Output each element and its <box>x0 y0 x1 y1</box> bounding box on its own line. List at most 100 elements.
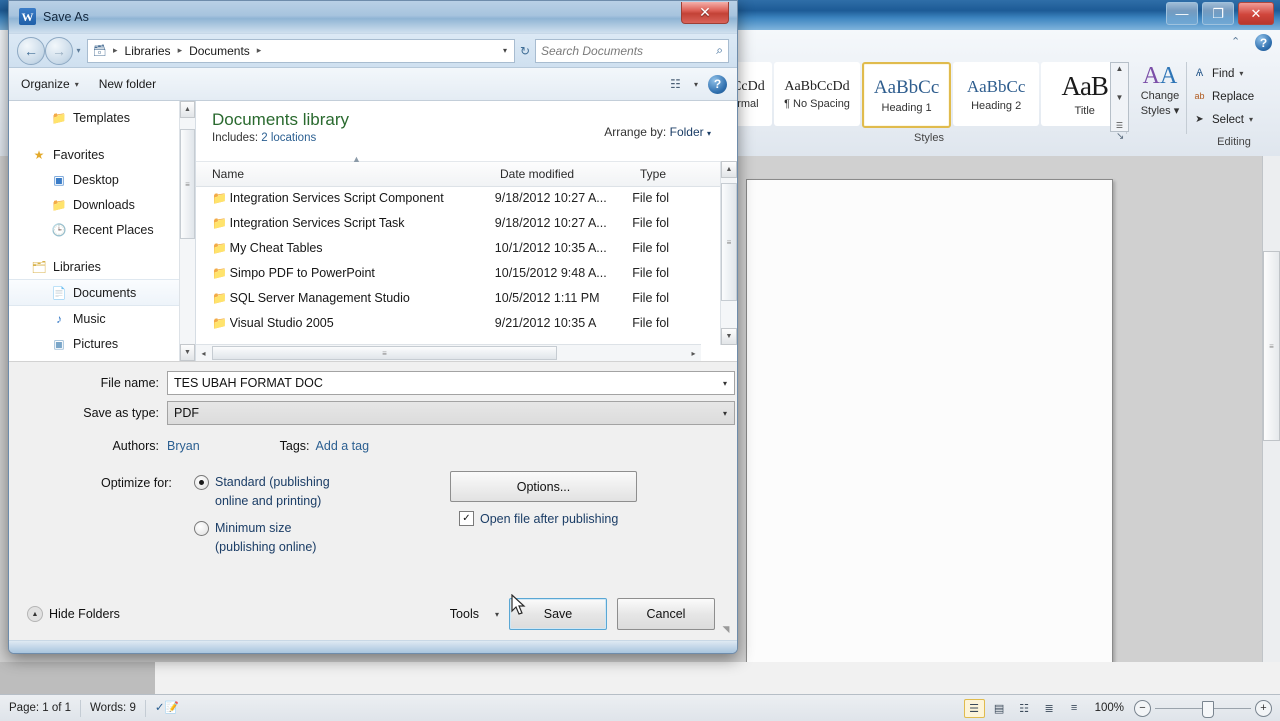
zoom-slider[interactable] <box>1155 700 1251 718</box>
page-status[interactable]: Page: 1 of 1 <box>0 699 82 717</box>
breadcrumb-documents[interactable]: Documents <box>188 44 251 58</box>
view-list-icon[interactable]: ☷ <box>667 77 684 91</box>
column-header-name[interactable]: Name <box>212 167 244 181</box>
view-print-layout-button[interactable]: ☰ <box>963 698 985 718</box>
navigation-pane-scrollbar[interactable]: ▲ ≡ ▼ <box>179 101 195 361</box>
minimize-button[interactable]: — <box>1166 2 1198 25</box>
scroll-down-icon[interactable]: ▼ <box>721 328 737 345</box>
resize-grip-icon[interactable]: ◥ <box>720 623 732 635</box>
table-row[interactable]: 📁 My Cheat Tables 10/1/2012 10:35 A... F… <box>196 235 701 260</box>
back-button[interactable]: ← <box>17 36 45 65</box>
styles-more-icon[interactable]: ☰ <box>1116 121 1123 130</box>
arrange-by[interactable]: Arrange by: Folder ▾ <box>604 125 711 139</box>
view-full-screen-reading-button[interactable]: ▤ <box>989 699 1010 718</box>
change-styles-button[interactable]: AA Change Styles ▾ <box>1132 64 1188 118</box>
file-list-pane[interactable]: Documents library Includes: 2 locations … <box>196 101 737 361</box>
navigation-pane[interactable]: 📁 Templates ★ Favorites ▣ Desktop 📁 Down… <box>9 101 196 361</box>
document-scroll-thumb[interactable]: ≡ <box>1263 251 1280 441</box>
save-button[interactable]: Save <box>509 598 607 630</box>
find-button[interactable]: Ѧ Find ▾ <box>1192 62 1276 85</box>
open-after-checkbox[interactable]: ✓ <box>459 511 474 526</box>
select-button[interactable]: ➤ Select ▾ <box>1192 108 1276 131</box>
navigation-scroll-thumb[interactable]: ≡ <box>180 129 195 239</box>
address-bar[interactable]: 🗃 ▸ Libraries ▸ Documents ▸ ▾ <box>87 38 515 63</box>
style-item-heading-1[interactable]: AaBbCс Heading 1 <box>862 62 951 128</box>
radio-standard[interactable]: Standard (publishing online and printing… <box>194 473 424 511</box>
restore-button[interactable]: ❐ <box>1202 2 1234 25</box>
view-web-layout-button[interactable]: ☷ <box>1014 699 1035 718</box>
help-icon[interactable]: ? <box>708 74 727 94</box>
scroll-up-icon[interactable]: ▲ <box>180 101 195 118</box>
includes-value[interactable]: 2 locations <box>261 132 316 144</box>
zoom-level-label[interactable]: 100% <box>1089 702 1130 714</box>
zoom-out-button[interactable]: − <box>1134 699 1151 717</box>
table-row[interactable]: 📁 Integration Services Script Task 9/18/… <box>196 210 701 235</box>
scroll-down-icon[interactable]: ▼ <box>180 344 195 361</box>
style-item-heading-2[interactable]: AaBbCc Heading 2 <box>952 62 1040 126</box>
scroll-up-icon[interactable]: ▲ <box>721 161 737 178</box>
view-outline-button[interactable]: ≣ <box>1039 699 1060 718</box>
document-page[interactable] <box>746 179 1113 686</box>
file-list-horizontal-scrollbar[interactable]: ◂ ≡ ▸ <box>196 344 701 361</box>
dialog-close-button[interactable]: ✕ <box>681 2 729 24</box>
sidebar-item-desktop[interactable]: ▣ Desktop <box>9 167 195 192</box>
table-row[interactable]: 📁 Integration Services Script Component … <box>196 185 701 210</box>
word-help-icon[interactable]: ? <box>1255 34 1272 51</box>
scroll-right-icon[interactable]: ▸ <box>686 349 701 358</box>
organize-button[interactable]: Organize ▾ <box>21 77 79 91</box>
sidebar-item-pictures[interactable]: ▣ Pictures <box>9 331 195 356</box>
spellcheck-icon[interactable]: ✓📝 <box>146 700 188 717</box>
table-row[interactable]: 📁 SQL Server Management Studio 10/5/2012… <box>196 285 701 310</box>
word-count-status[interactable]: Words: 9 <box>81 699 146 717</box>
authors-value[interactable]: Bryan <box>167 439 200 453</box>
add-tag-link[interactable]: Add a tag <box>316 439 370 453</box>
view-draft-button[interactable]: ≡ <box>1064 699 1085 718</box>
zoom-slider-thumb[interactable] <box>1202 700 1214 718</box>
radio-minimum-size[interactable]: Minimum size (publishing online) <box>194 519 424 557</box>
sidebar-item-favorites[interactable]: ★ Favorites <box>9 142 195 167</box>
file-name-input[interactable]: TES UBAH FORMAT DOC ▾ <box>167 371 735 395</box>
style-item-no-spacing[interactable]: AaBbCcDd ¶ No Spacing <box>773 62 861 126</box>
new-folder-button[interactable]: New folder <box>99 77 156 91</box>
collapse-ribbon-icon[interactable]: ⌃ <box>1231 35 1247 51</box>
open-file-after-publishing-row[interactable]: ✓ Open file after publishing <box>459 511 618 526</box>
tools-button[interactable]: Tools ▾ <box>450 607 499 621</box>
table-row[interactable]: 📁 Visual Studio 2005 9/21/2012 10:35 A F… <box>196 310 701 335</box>
options-button[interactable]: Options... <box>450 471 637 502</box>
chevron-down-icon[interactable]: ▾ <box>694 80 698 89</box>
chevron-down-icon[interactable]: ▾ <box>716 379 734 388</box>
scroll-up-icon[interactable]: ▲ <box>1116 64 1124 73</box>
table-row[interactable]: 📁 Simpo PDF to PowerPoint 10/15/2012 9:4… <box>196 260 701 285</box>
search-box[interactable]: Search Documents ⌕ <box>535 38 729 63</box>
sidebar-item-music[interactable]: ♪ Music <box>9 306 195 331</box>
column-header-type[interactable]: Type <box>640 167 666 181</box>
word-close-button[interactable]: ✕ <box>1238 2 1274 25</box>
sidebar-item-downloads[interactable]: 📁 Downloads <box>9 192 195 217</box>
replace-button[interactable]: ab Replace <box>1192 85 1276 108</box>
cancel-button[interactable]: Cancel <box>617 598 715 630</box>
zoom-in-button[interactable]: + <box>1255 699 1272 717</box>
column-header-date-modified[interactable]: Date modified <box>500 167 574 181</box>
breadcrumb-libraries[interactable]: Libraries <box>124 44 172 58</box>
scroll-left-icon[interactable]: ◂ <box>196 349 211 358</box>
sidebar-item-templates[interactable]: 📁 Templates <box>9 105 195 130</box>
file-list-hscroll-thumb[interactable]: ≡ <box>212 346 557 360</box>
sidebar-item-documents[interactable]: 📄 Documents <box>9 279 195 306</box>
sidebar-item-libraries[interactable]: 🗂 Libraries <box>9 254 195 279</box>
address-dropdown-icon[interactable]: ▾ <box>503 46 510 55</box>
styles-dialog-launcher-icon[interactable]: ↘ <box>1116 131 1128 143</box>
document-vertical-scrollbar[interactable]: ≡ <box>1262 156 1280 684</box>
refresh-icon[interactable]: ↻ <box>515 44 535 58</box>
recent-locations-icon[interactable]: ▾ <box>73 46 84 55</box>
forward-button[interactable]: → <box>45 36 73 65</box>
scroll-down-icon[interactable]: ▼ <box>1116 93 1124 102</box>
styles-gallery[interactable]: bCcDd ormal AaBbCcDd ¶ No Spacing AaBbCс… <box>728 62 1130 130</box>
file-list-vertical-scrollbar[interactable]: ▲ ≡ ▼ <box>720 161 737 345</box>
sidebar-item-recent-places[interactable]: 🕒 Recent Places <box>9 217 195 242</box>
save-as-type-select[interactable]: PDF ▾ <box>167 401 735 425</box>
styles-gallery-scrollbar[interactable]: ▲ ▼ ☰ <box>1110 62 1129 132</box>
chevron-down-icon[interactable]: ▾ <box>716 409 734 418</box>
file-list-scroll-thumb[interactable]: ≡ <box>721 183 737 301</box>
hide-folders-button[interactable]: ▲ Hide Folders <box>27 606 120 622</box>
breadcrumb-separator[interactable]: ▸ <box>254 45 265 56</box>
